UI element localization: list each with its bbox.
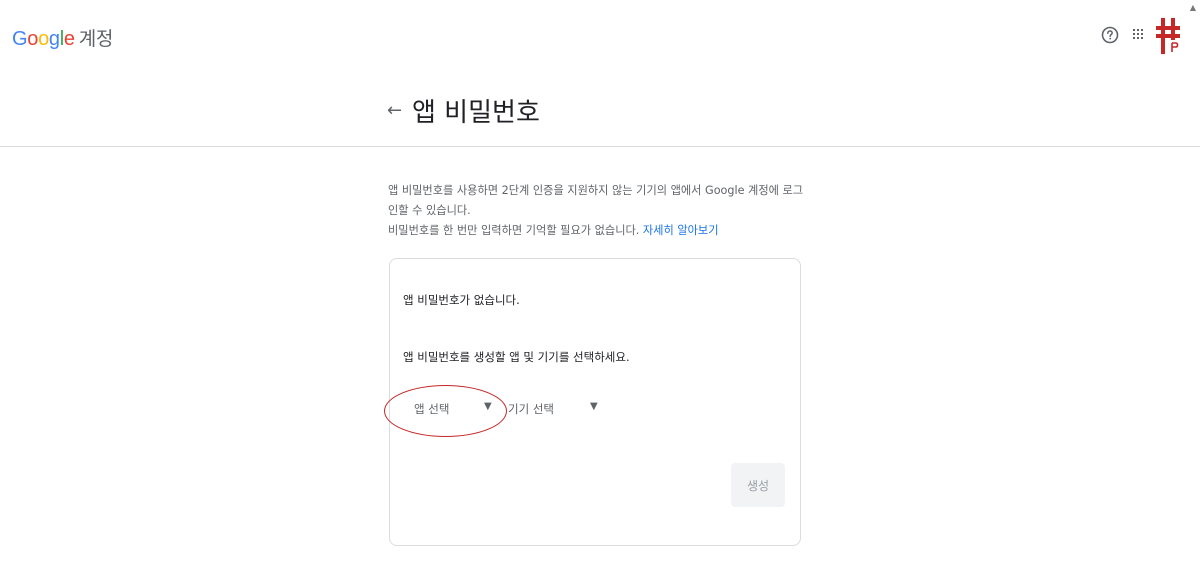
description-line: 비밀번호를 한 번만 입력하면 기억할 필요가 없습니다. 자세히 알아보기 <box>388 221 808 241</box>
app-select-value: 앱 선택 <box>414 402 450 416</box>
device-select-dropdown[interactable]: 기기 선택 ▼ <box>508 401 603 423</box>
app-password-card: 앱 비밀번호가 없습니다. 앱 비밀번호를 생성할 앱 및 기기를 선택하세요.… <box>384 258 801 546</box>
apps-grid-icon[interactable] <box>1130 26 1146 42</box>
logo-letter: g <box>48 28 60 50</box>
app-select-dropdown[interactable]: 앱 선택 ▼ <box>414 401 499 423</box>
description-line: 앱 비밀번호를 사용하면 2단계 인증을 지원하지 않는 기기의 앱에서 Goo… <box>388 184 804 217</box>
logo-letter: e <box>63 28 75 50</box>
header-divider <box>0 146 1200 147</box>
avatar[interactable] <box>1156 18 1180 54</box>
account-label: 계정 <box>78 28 114 50</box>
help-circle-icon[interactable] <box>1101 26 1119 44</box>
google-account-logo[interactable]: Google 계정 <box>12 24 113 51</box>
logo-letter: G <box>12 28 28 50</box>
page-title: 앱 비밀번호 <box>412 98 540 128</box>
arrow-back-icon[interactable]: ← <box>387 102 402 120</box>
logo-letter: o <box>38 28 49 50</box>
chevron-down-icon: ▼ <box>590 401 598 412</box>
no-app-passwords-message: 앱 비밀번호가 없습니다. <box>403 293 520 307</box>
top-app-bar: Google 계정 ▲ <box>0 0 1200 75</box>
device-select-value: 기기 선택 <box>508 402 554 416</box>
page-description: 앱 비밀번호를 사용하면 2단계 인증을 지원하지 않는 기기의 앱에서 Goo… <box>388 181 808 241</box>
scrollbar-up-arrow[interactable]: ▲ <box>1186 0 1200 16</box>
logo-letter: o <box>27 28 39 50</box>
select-instruction: 앱 비밀번호를 생성할 앱 및 기기를 선택하세요. <box>403 350 630 364</box>
learn-more-link[interactable]: 자세히 알아보기 <box>643 224 719 237</box>
description-text: 비밀번호를 한 번만 입력하면 기억할 필요가 없습니다. <box>388 224 643 237</box>
generate-button[interactable]: 생성 <box>731 463 785 507</box>
chevron-down-icon: ▼ <box>484 401 492 412</box>
